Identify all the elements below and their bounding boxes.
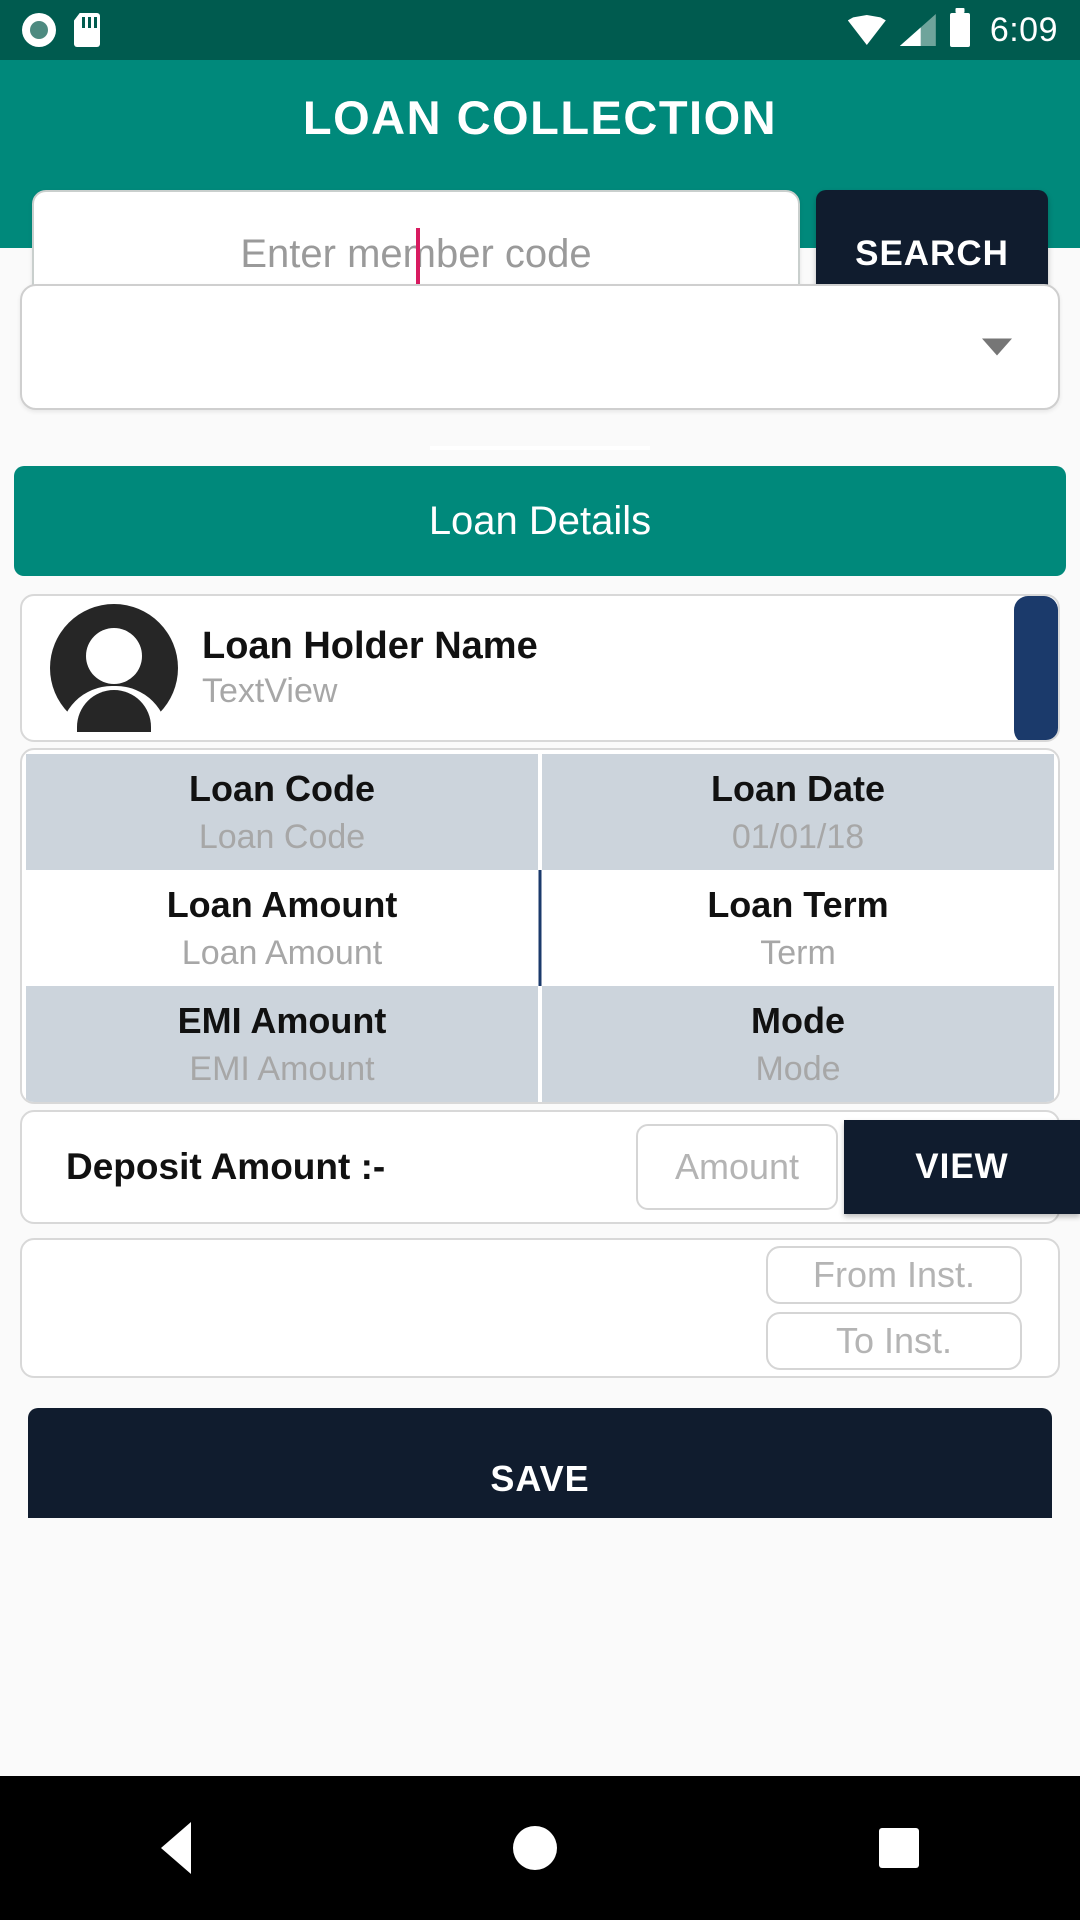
cell-loan-code: Loan Code Loan Code (26, 754, 538, 870)
cell-emi-amount: EMI Amount EMI Amount (26, 986, 538, 1102)
app-screen: 6:09 LOAN COLLECTION Enter member code S… (0, 0, 1080, 1920)
cell-value: 01/01/18 (731, 817, 865, 856)
person-avatar-icon (50, 604, 178, 738)
cell-label: Loan Amount (166, 883, 398, 925)
cell-value: Loan Code (198, 817, 366, 856)
cell-mode: Mode Mode (542, 986, 1054, 1102)
cell-loan-term: Loan Term Term (542, 870, 1054, 986)
cell-value: EMI Amount (189, 1049, 375, 1088)
view-button[interactable]: VIEW (844, 1120, 1080, 1214)
sd-card-icon (74, 13, 100, 47)
loan-holder-name: Loan Holder Name (202, 625, 538, 667)
deposit-amount-row: Deposit Amount :- Amount VIEW (20, 1110, 1080, 1224)
cell-label: EMI Amount (177, 999, 387, 1041)
table-row: EMI Amount EMI Amount Mode Mode (26, 986, 1054, 1102)
table-row: Loan Code Loan Code Loan Date 01/01/18 (26, 754, 1054, 870)
wifi-icon (847, 15, 886, 45)
battery-icon (949, 13, 970, 47)
cell-label: Loan Code (189, 767, 375, 809)
installment-range-card: From Inst. To Inst. (20, 1238, 1060, 1378)
cell-label: Loan Term (707, 883, 889, 925)
loan-holder-text: Loan Holder Name TextView (202, 625, 538, 711)
status-bar-left-icons (22, 13, 100, 47)
deposit-amount-label: Deposit Amount :- (66, 1146, 386, 1187)
member-select-spinner[interactable] (20, 284, 1060, 410)
deposit-amount-input[interactable]: Amount (636, 1124, 838, 1210)
from-installment-input[interactable]: From Inst. (766, 1246, 1022, 1304)
status-bar: 6:09 (0, 0, 1080, 60)
cell-label: Mode (751, 999, 845, 1041)
holder-accent-bar (1014, 596, 1058, 740)
chevron-down-icon (982, 338, 1012, 356)
loan-details-banner: Loan Details (14, 466, 1066, 576)
status-bar-clock: 6:09 (989, 10, 1058, 49)
recent-square-icon[interactable] (879, 1828, 919, 1868)
cell-label: Loan Date (710, 767, 886, 809)
to-installment-placeholder: To Inst. (835, 1320, 953, 1361)
loan-holder-card: Loan Holder Name TextView (20, 594, 1060, 742)
cell-value: Loan Amount (181, 933, 383, 972)
to-installment-input[interactable]: To Inst. (766, 1312, 1022, 1370)
cell-value: Mode (755, 1049, 841, 1088)
record-icon (22, 13, 56, 47)
table-row: Loan Amount Loan Amount Loan Term Term (26, 870, 1054, 986)
deposit-amount-placeholder: Amount (674, 1146, 800, 1187)
home-circle-icon[interactable] (513, 1826, 557, 1870)
text-caret (416, 228, 420, 284)
page-title: LOAN COLLECTION (302, 91, 778, 144)
save-button[interactable]: SAVE (28, 1408, 1052, 1518)
cell-loan-date: Loan Date 01/01/18 (542, 754, 1054, 870)
cellular-signal-icon (899, 14, 936, 46)
android-navigation-bar (0, 1776, 1080, 1920)
section-divider (430, 446, 650, 450)
back-triangle-icon[interactable] (161, 1822, 191, 1874)
cell-loan-amount: Loan Amount Loan Amount (26, 870, 538, 986)
cell-value: Term (760, 933, 836, 972)
loan-details-banner-label: Loan Details (428, 498, 652, 543)
from-installment-placeholder: From Inst. (812, 1254, 976, 1295)
loan-holder-subtitle: TextView (202, 672, 338, 710)
status-bar-right-icons: 6:09 (847, 10, 1058, 50)
loan-detail-grid: Loan Code Loan Code Loan Date 01/01/18 L… (20, 748, 1060, 1104)
